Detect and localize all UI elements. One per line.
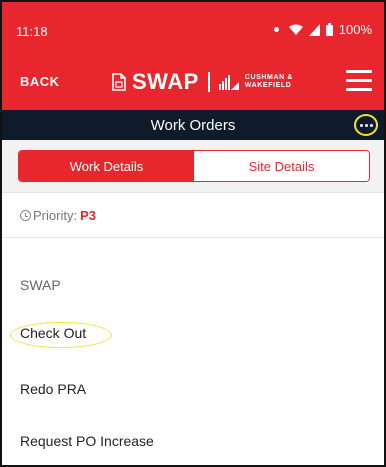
priority-label: Priority: (33, 208, 78, 223)
section-header-label: SWAP (20, 277, 61, 293)
clock-icon (20, 210, 31, 221)
app-screen: 11:18 100% BACK SWAP CUSHMAN & WAKEFIELD… (0, 0, 386, 467)
back-button[interactable]: BACK (20, 74, 60, 89)
priority-row: Priority: P3 (2, 192, 384, 238)
partner-logo: CUSHMAN & WAKEFIELD (245, 74, 293, 90)
hamburger-menu-icon[interactable] (346, 70, 372, 92)
notification-dot-icon (273, 27, 279, 32)
partner-logo-line1: CUSHMAN & (244, 74, 293, 81)
list-item-label: Check Out (20, 325, 87, 341)
list-item-redo-pra[interactable]: Redo PRA (2, 364, 384, 416)
list-item-label: Request PO Increase (20, 433, 154, 449)
wifi-icon (288, 24, 303, 35)
app-header: 11:18 100% BACK SWAP CUSHMAN & WAKEFIELD (2, 2, 384, 110)
cushman-wakefield-icon (218, 75, 239, 90)
status-bar: 11:18 100% (2, 2, 384, 52)
tab-bar: Work Details Site Details (18, 150, 370, 182)
app-bar: BACK SWAP CUSHMAN & WAKEFIELD (2, 52, 384, 110)
title-bar: Work Orders (2, 110, 384, 140)
priority-value: P3 (80, 208, 96, 223)
status-time: 11:18 (16, 24, 48, 39)
section-header: SWAP (2, 260, 384, 312)
list-item-request-po-increase[interactable]: Request PO Increase (2, 416, 384, 465)
list-item-label: Redo PRA (20, 381, 87, 397)
battery-percent: 100% (338, 22, 372, 37)
battery-icon (325, 23, 333, 36)
document-icon (112, 73, 126, 91)
partner-logo-line2: WAKEFIELD (244, 82, 292, 89)
status-icons: 100% (273, 22, 372, 37)
more-options-icon[interactable] (354, 114, 378, 136)
tab-work-details[interactable]: Work Details (19, 151, 194, 181)
signal-icon (308, 23, 320, 36)
logo-divider (207, 72, 210, 92)
logo-text: SWAP (132, 69, 199, 94)
tab-bar-container: Work Details Site Details (2, 140, 384, 192)
page-title: Work Orders (150, 117, 236, 134)
app-logo: SWAP CUSHMAN & WAKEFIELD (112, 68, 293, 96)
tab-site-details[interactable]: Site Details (194, 151, 369, 181)
list-item-check-out[interactable]: Check Out (2, 308, 384, 360)
